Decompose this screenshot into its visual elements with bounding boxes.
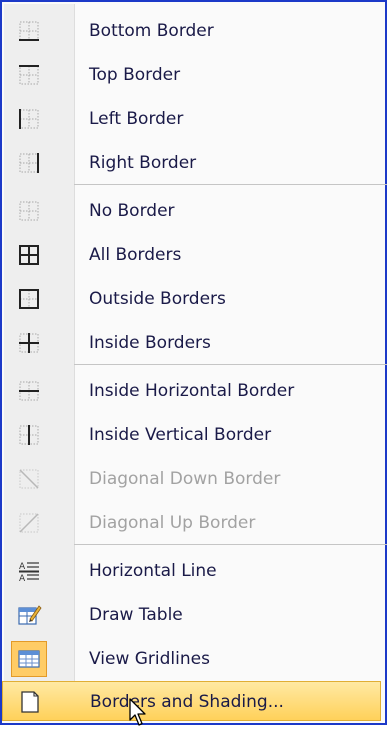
menu-item-inside-vertical-border[interactable]: Inside Vertical Border <box>2 413 381 457</box>
menu-item-label: Inside Borders <box>89 333 211 353</box>
menu-item-label: Inside Vertical Border <box>89 425 272 445</box>
menu-item-label: No Border <box>89 201 175 221</box>
menu-item-all-borders[interactable]: All Borders <box>2 233 381 277</box>
menu-item-left-border[interactable]: Left Border <box>2 97 381 141</box>
inside-vertical-border-icon <box>19 425 39 445</box>
horizontal-line-icon: A A <box>19 562 39 584</box>
menu-item-horizontal-line[interactable]: A A Horizontal Line <box>2 549 381 593</box>
bottom-border-icon <box>19 21 39 41</box>
diagonal-down-border-icon <box>19 469 39 489</box>
menu-item-inside-borders[interactable]: Inside Borders <box>2 321 381 365</box>
menu-item-bottom-border[interactable]: Bottom Border <box>2 9 381 53</box>
top-border-icon <box>19 65 39 85</box>
menu-item-label: All Borders <box>89 245 182 265</box>
menu-item-label: Draw Table <box>89 605 183 625</box>
menu-item-label: Bottom Border <box>89 21 214 41</box>
outside-borders-icon <box>19 289 39 309</box>
no-border-icon <box>19 201 39 221</box>
inside-horizontal-border-icon <box>19 381 39 401</box>
right-border-icon <box>19 153 39 173</box>
menu-item-diagonal-up-border[interactable]: Diagonal Up Border <box>2 501 381 545</box>
menu-item-top-border[interactable]: Top Border <box>2 53 381 97</box>
diagonal-up-border-icon <box>19 513 39 533</box>
menu-item-right-border[interactable]: Right Border <box>2 141 381 185</box>
draw-table-icon <box>18 605 42 625</box>
borders-and-shading-icon <box>21 691 39 713</box>
menu-item-label: Horizontal Line <box>89 561 217 581</box>
all-borders-icon <box>19 245 39 265</box>
menu-item-label: Left Border <box>89 109 184 129</box>
menu-item-label: Diagonal Up Border <box>89 513 256 533</box>
svg-text:A: A <box>19 574 26 584</box>
menu-item-label: Borders and Shading... <box>90 692 284 712</box>
menu-item-label: Outside Borders <box>89 289 226 309</box>
menu-item-label: Diagonal Down Border <box>89 469 281 489</box>
view-gridlines-icon <box>18 650 40 668</box>
left-border-icon <box>19 109 39 129</box>
menu-item-label: Inside Horizontal Border <box>89 381 295 401</box>
menu-item-inside-horizontal-border[interactable]: Inside Horizontal Border <box>2 369 381 413</box>
menu-item-label: Right Border <box>89 153 197 173</box>
menu-item-diagonal-down-border[interactable]: Diagonal Down Border <box>2 457 381 501</box>
menu-item-draw-table[interactable]: Draw Table <box>2 593 381 637</box>
menu-item-view-gridlines[interactable]: View Gridlines <box>2 637 381 681</box>
menu-item-label: Top Border <box>89 65 181 85</box>
menu-item-borders-and-shading[interactable]: Borders and Shading... <box>2 681 381 721</box>
menu-item-no-border[interactable]: No Border <box>2 189 381 233</box>
menu-item-outside-borders[interactable]: Outside Borders <box>2 277 381 321</box>
menu-item-label: View Gridlines <box>89 649 210 669</box>
mouse-cursor-icon <box>129 698 146 726</box>
inside-borders-icon <box>19 333 39 353</box>
